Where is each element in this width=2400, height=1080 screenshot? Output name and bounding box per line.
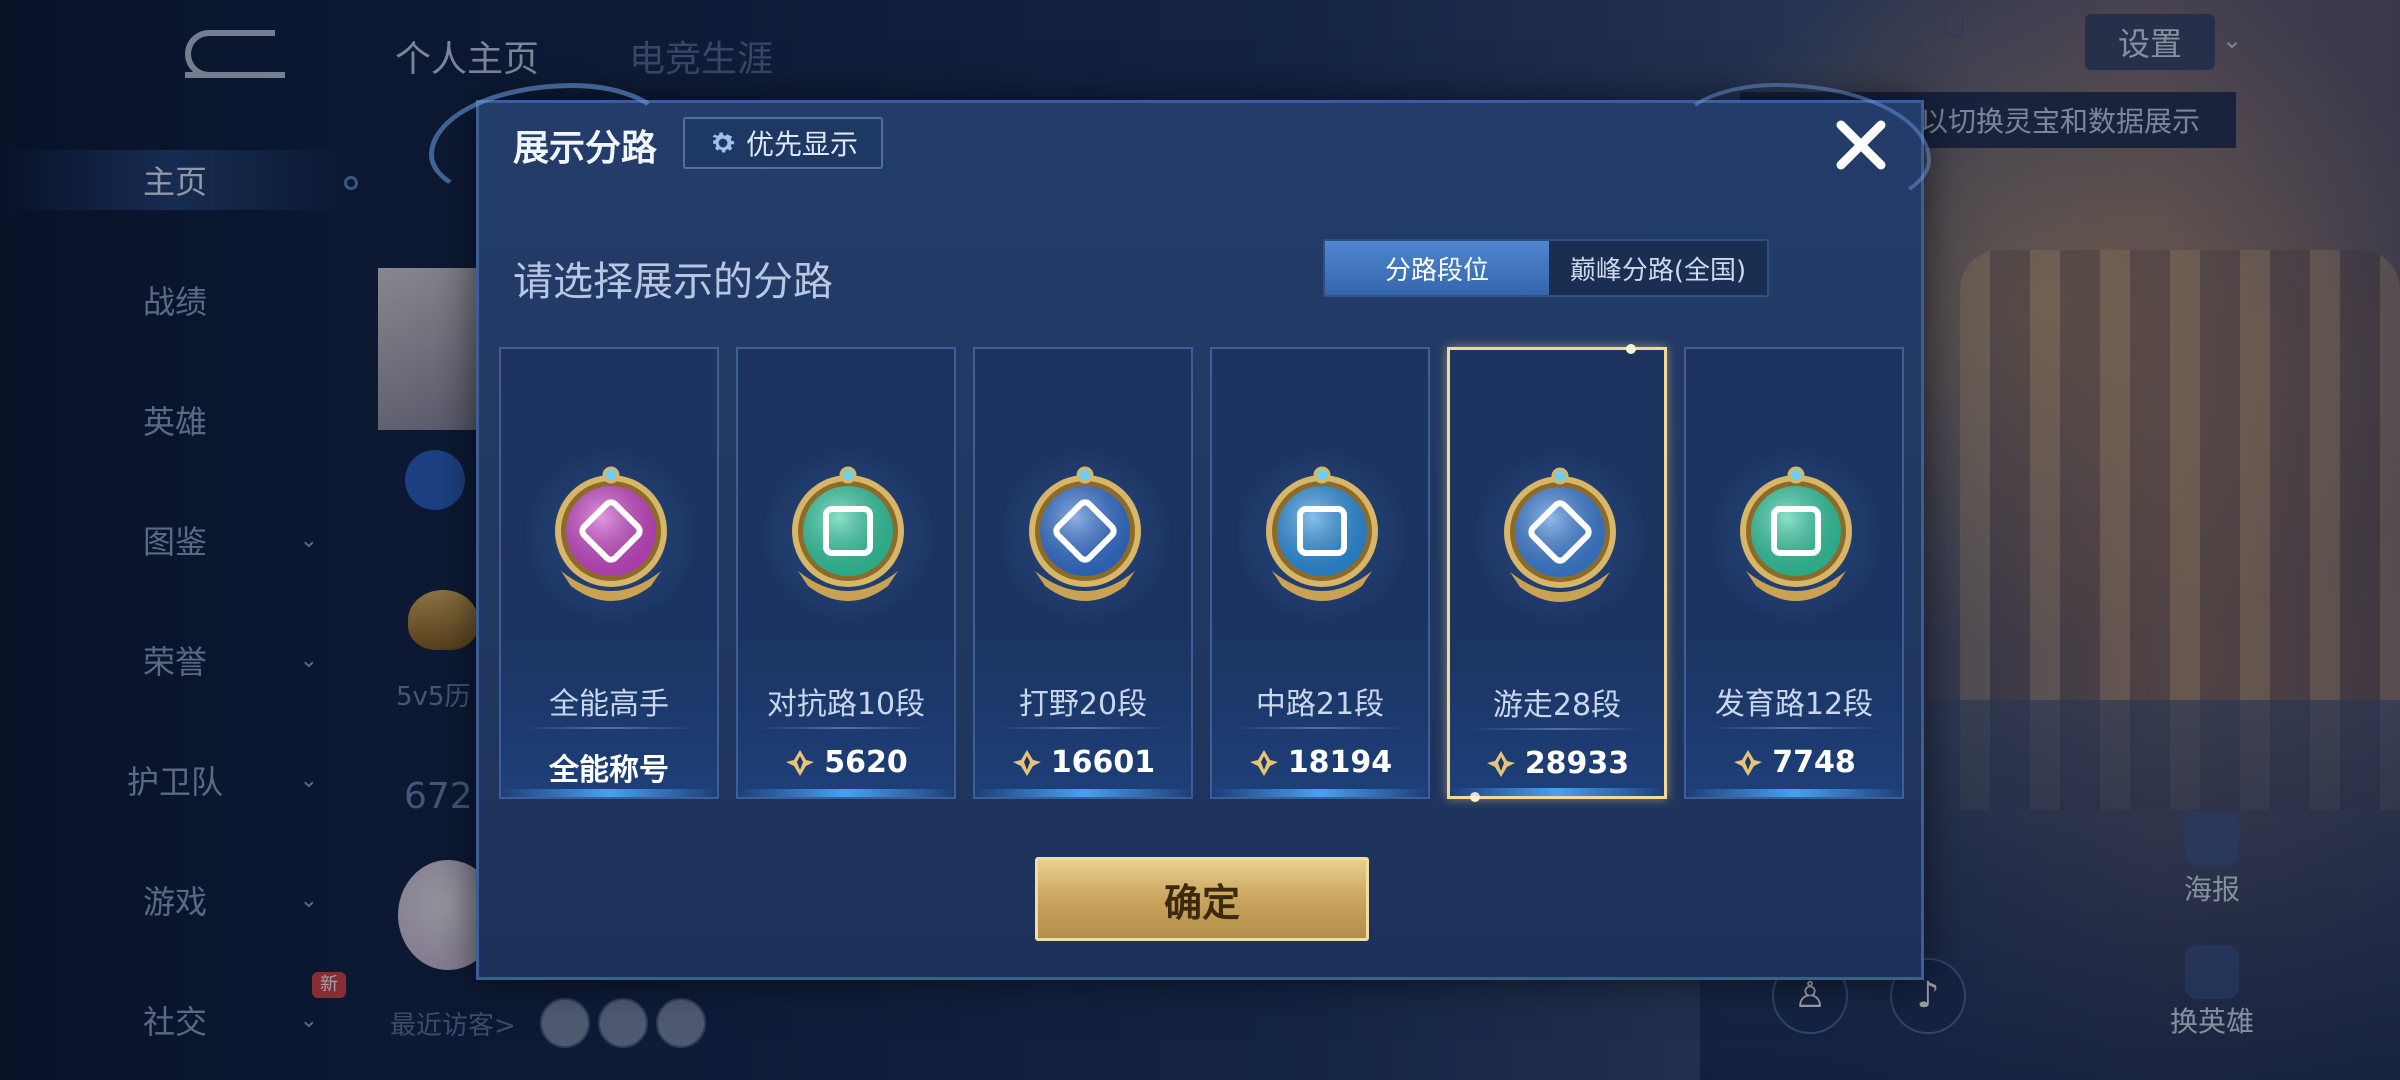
rank-score: 全能称号 <box>549 753 669 788</box>
rank-name: 游走28段 <box>1492 688 1622 723</box>
rank-score: 5620 <box>824 745 908 780</box>
gear-icon <box>712 132 735 153</box>
rank-points-icon <box>1249 749 1278 776</box>
rank-name: 中路21段 <box>1255 687 1385 722</box>
score-row: 5620 <box>738 745 954 780</box>
score-row: 全能称号 <box>501 745 717 789</box>
rank-name: 发育路12段 <box>1714 687 1874 722</box>
route-card[interactable]: 对抗路10段 5620 <box>736 347 956 799</box>
route-card[interactable]: 游走28段 28933 <box>1447 344 1667 802</box>
route-display-dialog: 展示分路 优先显示 请选择展示的分路 分路段位 巅峰分路(全国) 全能高手全能称… <box>429 83 1931 980</box>
confirm-label: 确定 <box>1163 880 1240 925</box>
divider <box>521 727 697 729</box>
rank-score: 28933 <box>1524 746 1630 781</box>
tab-peak-route-national[interactable]: 巅峰分路(全国) <box>1549 241 1767 295</box>
close-icon[interactable] <box>1831 115 1891 175</box>
dialog-title: 展示分路 <box>513 128 658 169</box>
score-row: 28933 <box>1450 746 1664 781</box>
confirm-button[interactable]: 确定 <box>1035 857 1369 941</box>
rank-emblem-icon <box>1474 452 1646 624</box>
divider <box>1706 727 1882 729</box>
route-card[interactable]: 发育路12段 7748 <box>1684 347 1904 799</box>
route-cards: 全能高手 全能称号 对抗路10段 5620 打野20段 16601 中路21段 18194 游走… <box>499 344 1907 802</box>
priority-display-button[interactable]: 优先显示 <box>683 117 883 169</box>
score-row: 18194 <box>1212 745 1428 780</box>
rank-points-icon <box>1734 749 1763 776</box>
rank-emblem-icon <box>525 451 697 623</box>
rank-emblem-icon <box>762 451 934 623</box>
selected-corner-dot <box>1626 344 1636 354</box>
divider <box>1470 728 1644 730</box>
rank-score: 18194 <box>1287 745 1393 780</box>
rank-name: 全能高手 <box>549 687 669 722</box>
rank-name: 对抗路10段 <box>766 687 926 722</box>
rank-emblem-icon <box>999 451 1171 623</box>
tab-route-rank[interactable]: 分路段位 <box>1325 241 1549 295</box>
decorative-swirl <box>1673 83 1931 211</box>
route-card[interactable]: 打野20段 16601 <box>973 347 1193 799</box>
rank-emblem-icon <box>1710 451 1882 623</box>
route-card[interactable]: 全能高手 全能称号 <box>499 347 719 799</box>
rank-points-icon <box>1486 750 1515 777</box>
rank-points-icon <box>786 749 815 776</box>
rank-name: 打野20段 <box>1018 687 1148 722</box>
dialog-subheading: 请选择展示的分路 <box>513 259 833 305</box>
selected-corner-dot <box>1470 792 1480 802</box>
rank-points-icon <box>1012 749 1041 776</box>
score-row: 7748 <box>1686 745 1902 780</box>
rank-emblem-icon <box>1236 451 1408 623</box>
divider <box>758 727 934 729</box>
mode-tabs: 分路段位 巅峰分路(全国) <box>1323 239 1769 297</box>
score-row: 16601 <box>975 745 1191 780</box>
priority-display-label: 优先显示 <box>745 128 858 161</box>
rank-score: 7748 <box>1772 745 1856 780</box>
route-card[interactable]: 中路21段 18194 <box>1210 347 1430 799</box>
rank-score: 16601 <box>1050 745 1156 780</box>
divider <box>995 727 1171 729</box>
divider <box>1232 727 1408 729</box>
